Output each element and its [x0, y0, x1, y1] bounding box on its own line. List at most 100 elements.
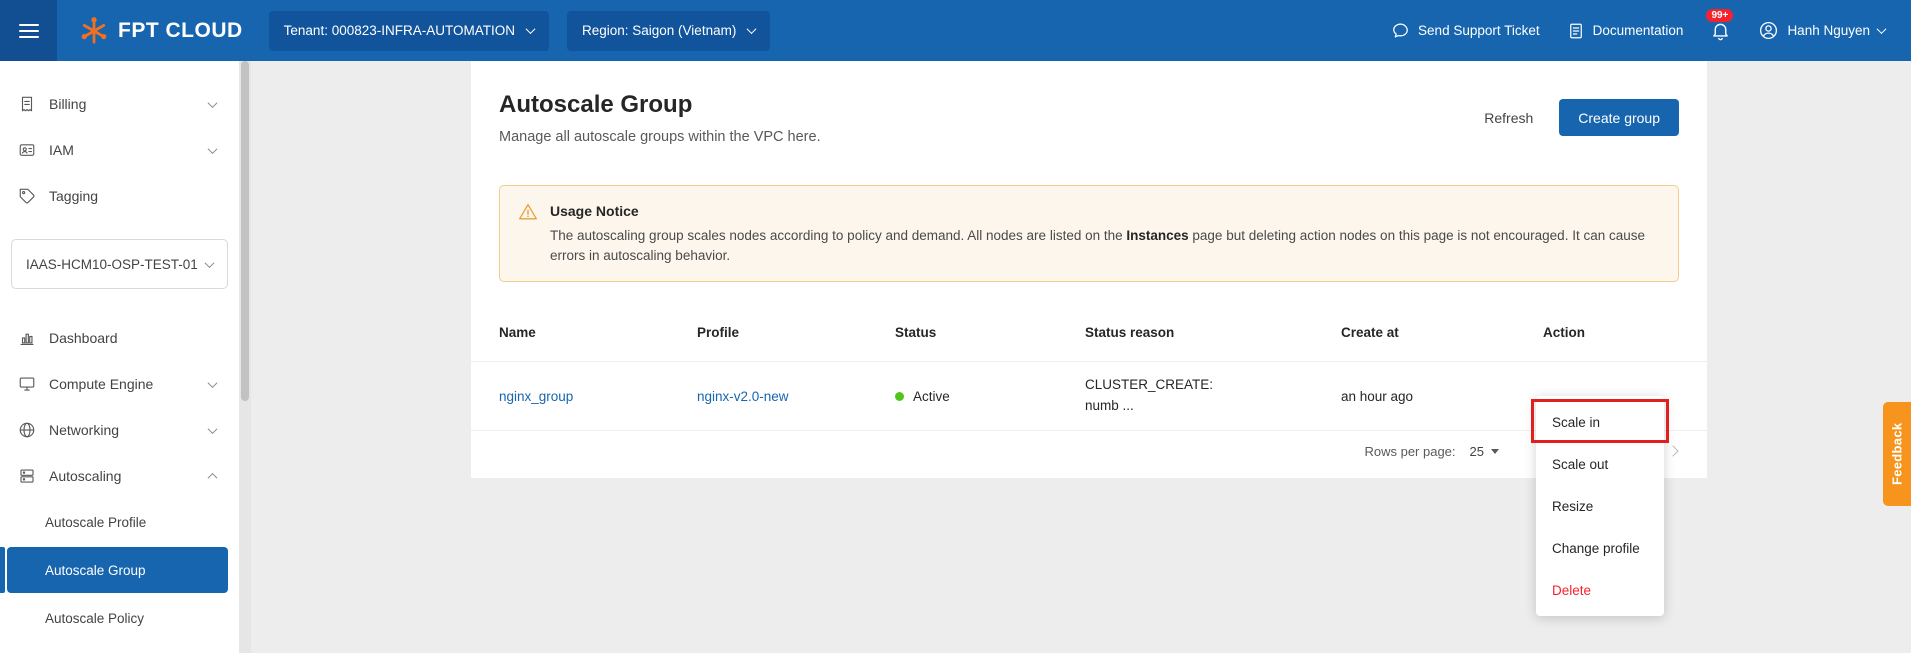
user-avatar-icon [1758, 20, 1779, 41]
notice-bold-text: Instances [1126, 228, 1188, 243]
fpt-cloud-logo[interactable]: FPT CLOUD [79, 16, 243, 46]
user-menu-button[interactable]: Hanh Nguyen [1758, 20, 1885, 41]
hamburger-menu-button[interactable] [0, 0, 57, 61]
tag-icon [18, 187, 36, 205]
context-menu-item-scale-in[interactable]: Scale in [1536, 401, 1664, 443]
rows-per-page-select[interactable]: 25 [1470, 444, 1499, 459]
sidebar-item-label: Networking [49, 422, 196, 438]
notice-text: The autoscaling group scales nodes accor… [550, 228, 1126, 243]
user-name-label: Hanh Nguyen [1787, 23, 1870, 38]
table-header-create-at: Create at [1341, 325, 1543, 340]
region-selector[interactable]: Region: Saigon (Vietnam) [567, 11, 770, 51]
profile-link[interactable]: nginx-v2.0-new [697, 389, 789, 404]
chevron-right-icon [1667, 445, 1678, 456]
region-label: Region: Saigon (Vietnam) [582, 23, 736, 38]
autoscale-groups-table: Name Profile Status Status reason Create… [471, 304, 1707, 471]
send-support-ticket-button[interactable]: Send Support Ticket [1391, 21, 1540, 40]
sidebar: Billing IAM [0, 61, 239, 653]
chevron-down-icon [526, 24, 536, 34]
table-header-name: Name [499, 325, 697, 340]
top-navbar: FPT CLOUD Tenant: 000823-INFRA-AUTOMATIO… [0, 0, 1911, 61]
sidebar-subitem-autoscale-group[interactable]: Autoscale Group [7, 547, 228, 593]
tenant-label: Tenant: 000823-INFRA-AUTOMATION [284, 23, 515, 38]
sidebar-item-networking[interactable]: Networking [0, 411, 239, 449]
table-header-profile: Profile [697, 325, 895, 340]
documentation-label: Documentation [1593, 23, 1684, 38]
notice-title: Usage Notice [550, 203, 1658, 219]
sidebar-item-dashboard[interactable]: Dashboard [0, 319, 239, 357]
sidebar-item-iam[interactable]: IAM [0, 131, 239, 169]
logo-text: FPT CLOUD [118, 19, 243, 43]
chevron-up-icon [208, 472, 218, 482]
chevron-down-icon [205, 258, 215, 268]
rows-per-page-value: 25 [1470, 444, 1484, 459]
fpt-logo-star-icon [79, 16, 109, 46]
sidebar-item-autoscaling[interactable]: Autoscaling [0, 457, 239, 495]
table-header-row: Name Profile Status Status reason Create… [471, 304, 1707, 362]
status-dot-icon [895, 392, 904, 401]
tenant-selector[interactable]: Tenant: 000823-INFRA-AUTOMATION [269, 11, 549, 51]
status-reason-line: CLUSTER_CREATE: [1085, 375, 1341, 396]
group-name-link[interactable]: nginx_group [499, 389, 573, 404]
support-label: Send Support Ticket [1418, 23, 1540, 38]
vpc-selector[interactable]: IAAS-HCM10-OSP-TEST-01 [11, 239, 228, 289]
document-icon [1567, 22, 1585, 40]
caret-down-icon [1491, 449, 1499, 454]
sidebar-item-label: Dashboard [49, 330, 221, 346]
billing-icon [18, 95, 36, 113]
main-content: Autoscale Group Manage all autoscale gro… [471, 61, 1707, 478]
sidebar-subitem-label: Autoscale Policy [45, 611, 144, 626]
table-header-action: Action [1543, 325, 1679, 340]
sidebar-item-tagging[interactable]: Tagging [0, 177, 239, 215]
context-menu-item-scale-out[interactable]: Scale out [1536, 443, 1664, 485]
context-menu-item-resize[interactable]: Resize [1536, 485, 1664, 527]
sidebar-subitem-autoscale-profile[interactable]: Autoscale Profile [0, 503, 239, 541]
usage-notice: Usage Notice The autoscaling group scale… [499, 185, 1679, 282]
sidebar-item-label: IAM [49, 142, 196, 158]
table-footer: Rows per page: 25 [471, 431, 1707, 471]
support-chat-icon [1391, 21, 1410, 40]
notice-body: The autoscaling group scales nodes accor… [550, 226, 1658, 266]
notification-badge: 99+ [1706, 9, 1733, 22]
chevron-down-icon [208, 98, 218, 108]
documentation-button[interactable]: Documentation [1567, 22, 1684, 40]
sidebar-item-billing[interactable]: Billing [0, 85, 239, 123]
bar-chart-icon [18, 329, 36, 347]
monitor-icon [18, 375, 36, 393]
sidebar-subitem-autoscale-policy[interactable]: Autoscale Policy [0, 599, 239, 637]
action-context-menu: Scale in Scale out Resize Change profile… [1536, 396, 1664, 616]
sidebar-scrollbar [239, 61, 251, 653]
sidebar-subitem-label: Autoscale Group [45, 563, 146, 578]
navbar-right-group: Send Support Ticket Documentation 99+ [1391, 20, 1911, 41]
chevron-down-icon [208, 378, 218, 388]
scrollbar-thumb[interactable] [241, 61, 249, 401]
page-header: Autoscale Group Manage all autoscale gro… [471, 61, 1707, 145]
status-badge: Active [895, 389, 1085, 404]
bell-icon [1710, 20, 1731, 41]
create-at-value: an hour ago [1341, 389, 1543, 404]
status-label: Active [913, 389, 950, 404]
sidebar-item-compute-engine[interactable]: Compute Engine [0, 365, 239, 403]
globe-icon [18, 421, 36, 439]
chevron-down-icon [208, 144, 218, 154]
context-menu-item-change-profile[interactable]: Change profile [1536, 527, 1664, 569]
notifications-button[interactable]: 99+ [1710, 20, 1731, 41]
app-window: FPT CLOUD Tenant: 000823-INFRA-AUTOMATIO… [0, 0, 1911, 653]
refresh-button[interactable]: Refresh [1484, 110, 1533, 126]
status-reason-line: numb ... [1085, 396, 1341, 417]
sidebar-item-label: Tagging [49, 188, 221, 204]
table-header-status: Status [895, 325, 1085, 340]
server-stack-icon [18, 467, 36, 485]
page-subtitle: Manage all autoscale groups within the V… [499, 129, 821, 145]
page-title: Autoscale Group [499, 91, 821, 119]
context-menu-item-delete[interactable]: Delete [1536, 569, 1664, 611]
vpc-selector-value: IAAS-HCM10-OSP-TEST-01 [26, 257, 198, 272]
sidebar-subitem-label: Autoscale Profile [45, 515, 146, 530]
active-indicator-bar [0, 547, 5, 593]
create-group-button[interactable]: Create group [1559, 99, 1679, 136]
sidebar-item-label: Billing [49, 96, 196, 112]
chevron-down-icon [747, 24, 757, 34]
next-page-button[interactable] [1669, 447, 1677, 455]
warning-icon [518, 202, 538, 266]
feedback-tab[interactable]: Feedback [1883, 402, 1911, 506]
